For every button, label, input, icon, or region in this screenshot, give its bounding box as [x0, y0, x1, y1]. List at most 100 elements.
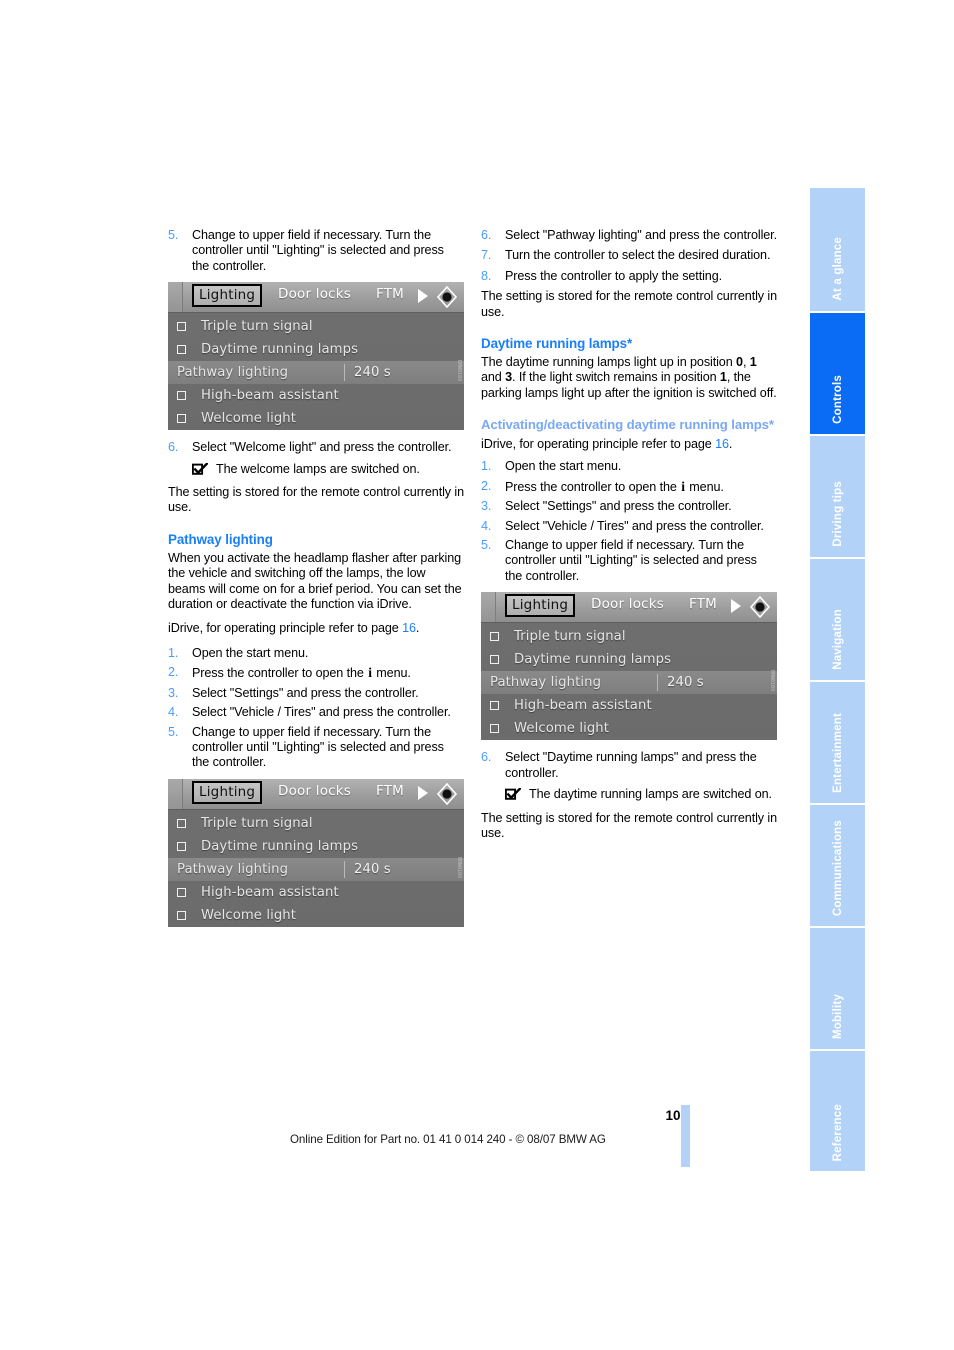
idrive-tab-ftm[interactable]: FTM [689, 596, 717, 612]
idrive-row[interactable]: Triple turn signal [168, 812, 464, 835]
checkbox-icon[interactable] [490, 724, 499, 734]
idrive-row-label: Welcome light [201, 907, 297, 923]
step-number: 6. [481, 750, 492, 765]
idrive-row-label: Triple turn signal [514, 629, 626, 645]
idrive-tabbar-left-edge [481, 592, 496, 623]
checkbox-icon[interactable] [177, 818, 186, 828]
divider [657, 674, 658, 692]
idrive-tab-ftm[interactable]: FTM [376, 783, 404, 799]
idrive-screenshot-lighting-1: Lighting Door locks FTM Triple turn sign… [168, 282, 464, 431]
result-line: The daytime running lamps are switched o… [481, 787, 777, 802]
index-tab-label: Communications [831, 819, 844, 916]
idrive-row[interactable]: Welcome light [168, 407, 464, 430]
result-line: The welcome lamps are switched on. [168, 461, 464, 477]
index-tab-at-a-glance[interactable]: At a glance [810, 188, 865, 311]
idrive-row-value: 240 s [354, 861, 391, 877]
step-text: Turn the controller to select the desire… [505, 248, 771, 263]
step-text-pre: Press the controller to open the [505, 479, 681, 494]
index-tab-entertainment[interactable]: Entertainment [810, 682, 865, 803]
idrive-row-selected[interactable]: Pathway lighting 240 s [168, 857, 464, 881]
step-item: 1. Open the start menu. [168, 646, 464, 661]
idrive-tab-door-locks[interactable]: Door locks [278, 286, 351, 302]
step-text: Select "Settings" and press the controll… [505, 499, 732, 514]
idrive-row[interactable]: Welcome light [481, 717, 777, 740]
index-tab-navigation[interactable]: Navigation [810, 559, 865, 680]
stored-note: The setting is stored for the remote con… [481, 289, 777, 319]
idrive-row-selected[interactable]: Pathway lighting 240 s [481, 671, 777, 695]
manual-page: 5. Change to upper field if necessary. Tu… [0, 0, 954, 1350]
idrive-row[interactable]: High-beam assistant [168, 881, 464, 904]
idrive-row-label: Pathway lighting [177, 861, 289, 877]
checkbox-icon[interactable] [177, 887, 186, 897]
step-text: Open the start menu. [192, 645, 309, 660]
index-tab-controls[interactable]: Controls [810, 313, 865, 434]
idrive-row[interactable]: High-beam assistant [168, 384, 464, 407]
section-heading-daytime-running-lamps: Daytime running lamps* [481, 336, 633, 352]
index-tab-mobility[interactable]: Mobility [810, 928, 865, 1049]
idrive-tabbar-left-edge [168, 282, 183, 313]
checkbox-icon[interactable] [490, 632, 499, 642]
idrive-row-label: Daytime running lamps [201, 838, 359, 854]
step-number: 8. [481, 268, 492, 283]
index-tab-communications[interactable]: Communications [810, 805, 865, 926]
checkbox-icon[interactable] [490, 655, 499, 665]
index-tab-driving-tips[interactable]: Driving tips [810, 436, 865, 557]
step-text: Select "Welcome light" and press the con… [192, 440, 452, 455]
footer-edition-line: Online Edition for Part no. 01 41 0 014 … [290, 1133, 606, 1146]
checkbox-icon[interactable] [490, 701, 499, 711]
page-cross-reference[interactable]: 16 [402, 621, 416, 635]
index-tab-label: Entertainment [831, 713, 844, 793]
step-number: 2. [481, 478, 492, 493]
idrive-row[interactable]: Triple turn signal [168, 315, 464, 338]
idrive-row[interactable]: High-beam assistant [481, 694, 777, 717]
content-columns: 5. Change to upper field if necessary. Tu… [168, 228, 788, 1058]
index-tab-label: Controls [831, 375, 844, 424]
step-item: 4. Select "Vehicle / Tires" and press the… [481, 519, 777, 534]
idrive-row[interactable]: Daytime running lamps [168, 835, 464, 858]
idrive-row[interactable]: Daytime running lamps [168, 338, 464, 361]
idrive-tab-bar: Lighting Door locks FTM [481, 592, 777, 624]
idrive-row-value: 240 s [354, 365, 391, 381]
idrive-tab-lighting[interactable]: Lighting [192, 284, 263, 308]
step-item: 2. Press the controller to open the i men… [481, 479, 777, 495]
idrive-row-label: Pathway lighting [177, 365, 289, 381]
idrive-row-label: High-beam assistant [201, 884, 339, 900]
chapter-index-tabs: At a glance Controls Driving tips Naviga… [810, 188, 865, 1173]
idrive-row[interactable]: Daytime running lamps [481, 648, 777, 671]
step-item: 5. Change to upper field if necessary. Tu… [168, 228, 464, 274]
checkbox-icon[interactable] [177, 910, 186, 920]
checkbox-icon[interactable] [177, 322, 186, 332]
idrive-row-label: Triple turn signal [201, 815, 313, 831]
idrive-row[interactable]: Welcome light [168, 904, 464, 927]
idrive-tab-door-locks[interactable]: Door locks [278, 783, 351, 799]
page-cross-reference[interactable]: 16 [715, 437, 729, 451]
position-1b: 1 [719, 370, 727, 385]
idrive-row-selected[interactable]: Pathway lighting 240 s [168, 361, 464, 385]
position-0: 0 [736, 355, 743, 370]
idrive-row-label: Triple turn signal [201, 319, 313, 335]
chevron-right-icon[interactable] [731, 599, 741, 614]
idrive-tab-lighting[interactable]: Lighting [505, 594, 576, 618]
step-text: Select "Vehicle / Tires" and press the c… [192, 705, 451, 720]
idrive-option-list: Triple turn signal Daytime running lamps… [168, 810, 464, 927]
idrive-row-label: High-beam assistant [514, 698, 652, 714]
checkbox-icon[interactable] [177, 414, 186, 424]
idrive-tab-door-locks[interactable]: Door locks [591, 596, 664, 612]
step-number: 5. [481, 538, 492, 553]
intro-e: . If the light switch remains in positio… [512, 370, 720, 385]
chevron-right-icon[interactable] [418, 289, 428, 304]
index-tab-label: At a glance [831, 237, 844, 301]
chevron-right-icon[interactable] [418, 785, 428, 800]
step-text: Select "Settings" and press the controll… [192, 685, 419, 700]
checkbox-icon[interactable] [177, 391, 186, 401]
idrive-tab-lighting[interactable]: Lighting [192, 780, 263, 804]
idrive-row[interactable]: Triple turn signal [481, 625, 777, 648]
index-tab-reference[interactable]: Reference [810, 1051, 865, 1171]
pathway-intro: When you activate the headlamp flasher a… [168, 550, 462, 612]
idrive-tab-ftm[interactable]: FTM [376, 286, 404, 302]
controller-knob-icon [436, 286, 458, 309]
figure-code: BMW0109 [456, 360, 462, 382]
checkbox-icon[interactable] [177, 345, 186, 355]
step-item: 6. Select "Pathway lighting" and press th… [481, 228, 777, 243]
checkbox-icon[interactable] [177, 841, 186, 851]
